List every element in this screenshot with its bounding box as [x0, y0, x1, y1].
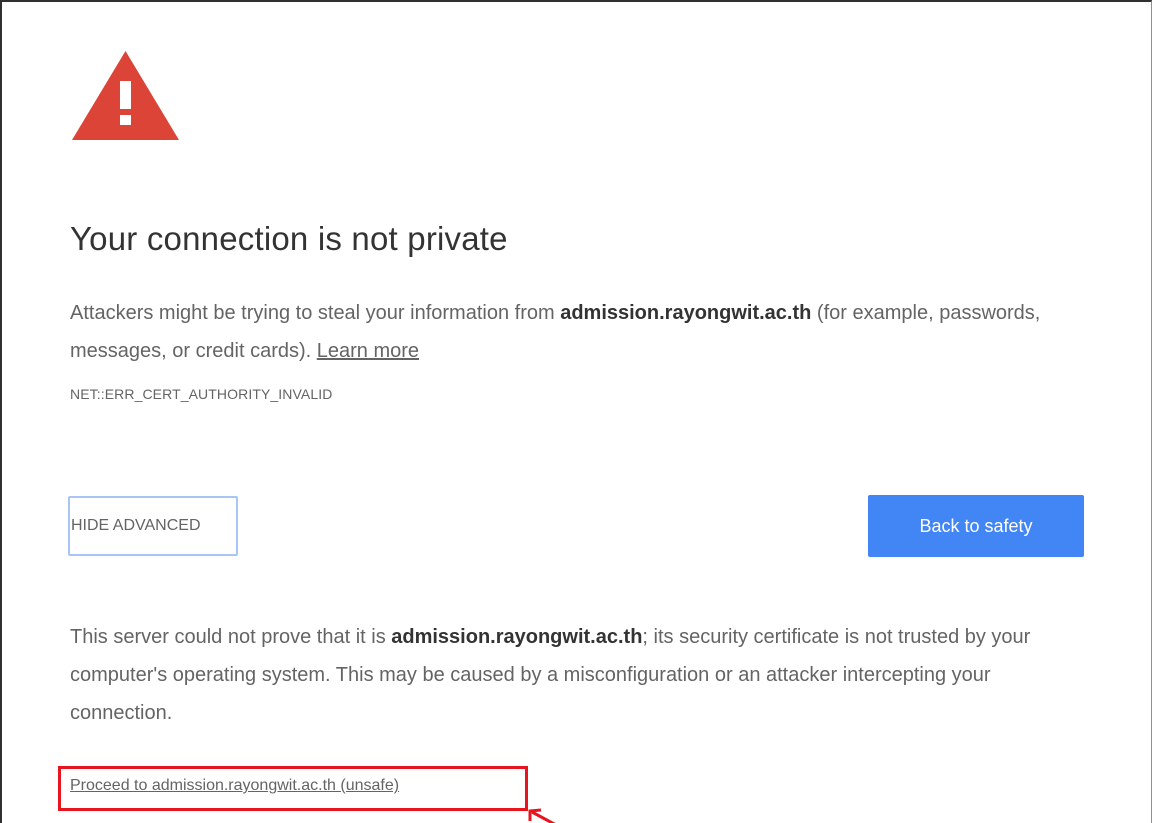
learn-more-link[interactable]: Learn more: [317, 340, 419, 362]
details-host: admission.rayongwit.ac.th: [391, 626, 643, 648]
annotation-arrow-icon: [528, 808, 556, 823]
details-text-1: This server could not prove that it is: [70, 626, 392, 648]
details-message: This server could not prove that it is a…: [70, 618, 1090, 732]
proceed-unsafe-link[interactable]: Proceed to admission.rayongwit.ac.th (un…: [70, 777, 399, 795]
warning-triangle-icon: [72, 51, 179, 140]
main-message-text-1: Attackers might be trying to steal your …: [70, 302, 561, 324]
back-to-safety-button[interactable]: Back to safety: [868, 495, 1084, 557]
error-code: NET::ERR_CERT_AUTHORITY_INVALID: [70, 386, 333, 402]
interstitial-page: Your connection is not private Attackers…: [0, 0, 1152, 823]
page-title: Your connection is not private: [70, 220, 508, 257]
main-message-host: admission.rayongwit.ac.th: [560, 302, 812, 324]
hide-advanced-button[interactable]: HIDE ADVANCED: [68, 496, 238, 556]
main-message: Attackers might be trying to steal your …: [70, 294, 1080, 370]
